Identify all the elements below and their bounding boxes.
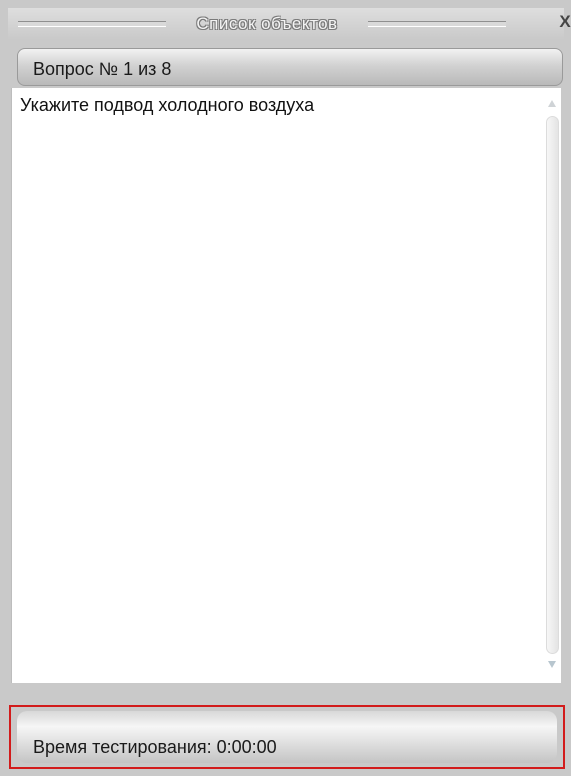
vertical-scrollbar[interactable] [544, 88, 561, 683]
question-number-label: Вопрос № 1 из 8 [33, 59, 172, 79]
scroll-up-icon[interactable] [548, 100, 556, 107]
window-title: Список объектов [196, 14, 338, 33]
title-decoration-left [18, 21, 166, 27]
scroll-track[interactable] [546, 116, 559, 654]
testing-time-label: Время тестирования: 0:00:00 [33, 737, 277, 757]
title-bar[interactable]: Список объектов X [8, 8, 571, 40]
close-button[interactable]: X [556, 10, 571, 34]
question-content-area: Укажите подвод холодного воздуха [11, 88, 561, 683]
scroll-down-icon[interactable] [548, 661, 556, 668]
question-header: Вопрос № 1 из 8 [17, 48, 563, 86]
timer-highlight-box: Время тестирования: 0:00:00 [9, 705, 565, 769]
title-decoration-right [368, 21, 506, 27]
question-text: Укажите подвод холодного воздуха [20, 95, 315, 115]
timer-bar: Время тестирования: 0:00:00 [17, 711, 557, 763]
objects-list-window: Список объектов X Вопрос № 1 из 8 Укажит… [0, 0, 571, 776]
